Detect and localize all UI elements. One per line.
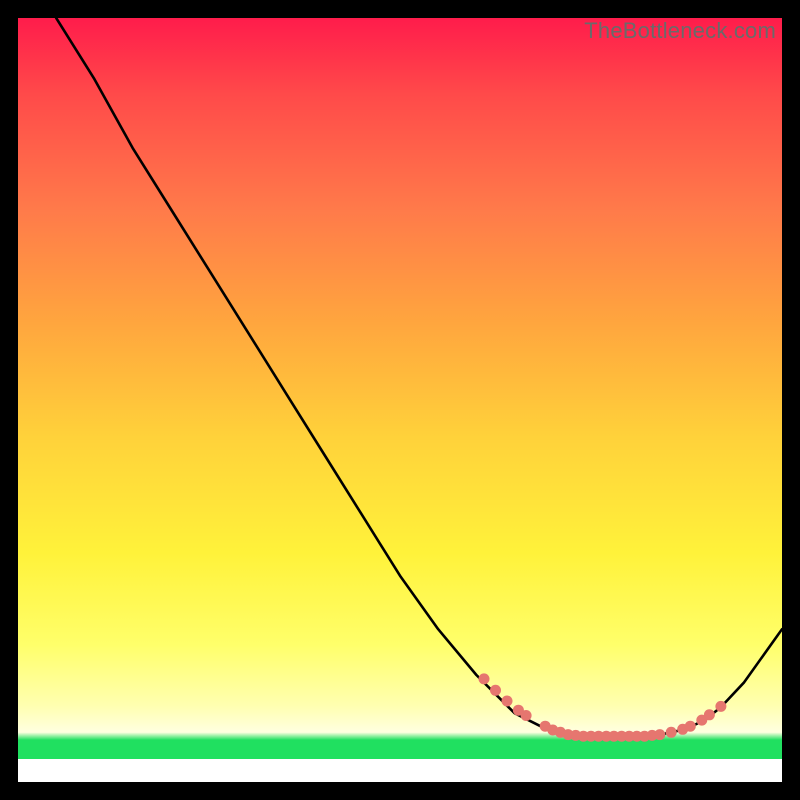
highlight-dot [479,673,490,684]
chart-svg [18,18,782,782]
highlight-dot [654,729,665,740]
highlight-dot [521,710,532,721]
chart-frame: TheBottleneck.com [18,18,782,782]
highlight-dot [704,709,715,720]
watermark-text: TheBottleneck.com [584,18,776,44]
highlight-dot [685,721,696,732]
bottleneck-curve-path [56,18,782,736]
highlight-dots [479,673,727,741]
highlight-dot [490,685,501,696]
highlight-dot [715,701,726,712]
highlight-dot [666,727,677,738]
highlight-dot [502,696,513,707]
curve-group [56,18,782,742]
